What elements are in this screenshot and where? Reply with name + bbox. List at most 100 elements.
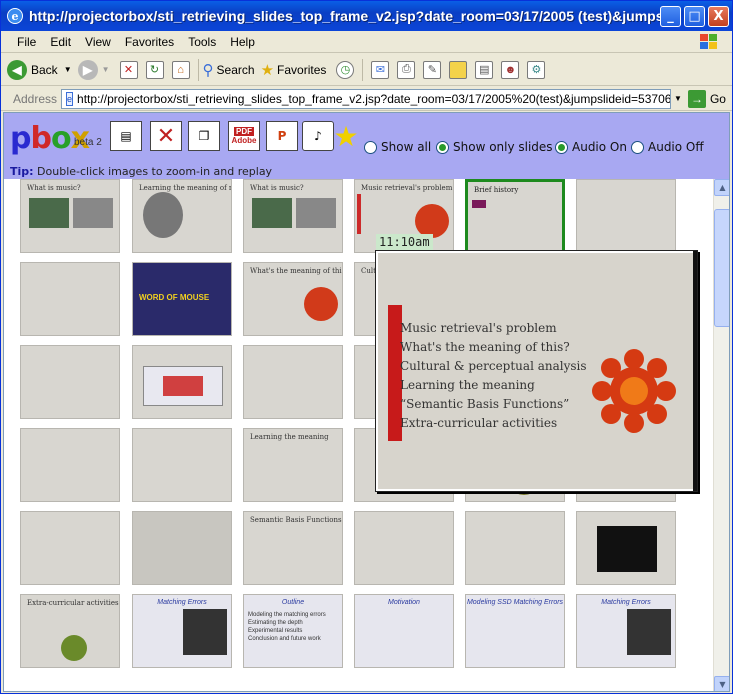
popup-line: Extra-curricular activities bbox=[400, 416, 558, 430]
back-button[interactable]: ◀ Back ▼ bbox=[7, 57, 72, 83]
slide-thumbnail-title: Outline bbox=[281, 599, 305, 606]
slide-zoom-popup[interactable]: Music retrieval's problem What's the mea… bbox=[375, 250, 698, 492]
slide-thumbnail[interactable]: Extra-curricular activities bbox=[20, 594, 120, 668]
history-icon[interactable]: ◷ bbox=[336, 60, 355, 79]
research-icon[interactable]: ▤ bbox=[475, 60, 494, 79]
slide-text-icon[interactable]: ▤ bbox=[110, 121, 142, 151]
slide-thumbnail[interactable] bbox=[576, 511, 676, 585]
menu-help[interactable]: Help bbox=[230, 35, 255, 49]
slide-thumbnail[interactable]: Matching Errors bbox=[132, 594, 232, 668]
back-label: Back bbox=[31, 62, 58, 77]
slide-thumbnail[interactable]: Learning the meaning bbox=[243, 428, 343, 502]
address-url[interactable]: http://projectorbox/sti_retrieving_slide… bbox=[77, 92, 670, 106]
go-arrow-icon: → bbox=[687, 89, 706, 108]
window-title: http://projectorbox/sti_retrieving_slide… bbox=[29, 8, 669, 24]
refresh-icon[interactable]: ↻ bbox=[145, 60, 164, 79]
slide-thumbnail[interactable] bbox=[354, 511, 454, 585]
print-icon[interactable]: ⎙ bbox=[397, 60, 416, 79]
pdf-icon[interactable]: PDF Adobe bbox=[228, 121, 260, 151]
slide-thumbnail[interactable]: What is music? bbox=[20, 179, 120, 253]
slide-thumbnail[interactable] bbox=[20, 511, 120, 585]
toolbar-separator bbox=[362, 58, 364, 81]
forward-button[interactable]: ▶ ▼ bbox=[77, 57, 110, 83]
popup-line: Learning the meaning bbox=[400, 378, 535, 392]
back-dropdown-icon[interactable]: ▼ bbox=[64, 65, 72, 74]
menu-bar: File Edit View Favorites Tools Help bbox=[1, 31, 732, 53]
multi-slides-icon[interactable]: ❐ bbox=[188, 121, 220, 151]
messenger-icon[interactable]: ☻ bbox=[501, 60, 520, 79]
slide-thumbnail[interactable] bbox=[132, 511, 232, 585]
slide-thumbnail[interactable]: Outline Modeling the matching errors Estim… bbox=[243, 594, 343, 668]
flower-image bbox=[592, 349, 676, 433]
slide-thumbnail-title: Matching Errors bbox=[157, 599, 207, 606]
search-button[interactable]: ⚲ Search bbox=[203, 57, 255, 83]
slide-thumbnail-title: WORD OF MOUSE bbox=[139, 293, 210, 302]
slide-thumbnail[interactable]: WORD OF MOUSE bbox=[132, 262, 232, 336]
slide-thumbnail[interactable]: Matching Errors bbox=[576, 594, 676, 668]
home-icon[interactable]: ⌂ bbox=[171, 60, 190, 79]
windows-logo-icon bbox=[700, 34, 717, 49]
go-button[interactable]: → Go bbox=[687, 89, 726, 108]
vertical-scrollbar[interactable]: ▲ ▼ bbox=[713, 179, 729, 691]
slide-thumbnail[interactable] bbox=[20, 428, 120, 502]
radio-show-all-label: Show all bbox=[381, 140, 432, 154]
mail-icon[interactable]: ✉ bbox=[371, 60, 390, 79]
slide-thumbnail[interactable]: Motivation bbox=[354, 594, 454, 668]
radio-show-all[interactable]: Show all bbox=[364, 140, 431, 154]
address-dropdown-icon[interactable]: ▼ bbox=[674, 94, 682, 103]
radio-audio-on-label: Audio On bbox=[572, 140, 627, 154]
hide-slides-icon[interactable]: ✕ bbox=[150, 121, 182, 151]
close-button[interactable]: X bbox=[708, 6, 729, 27]
forward-dropdown-icon[interactable]: ▼ bbox=[102, 65, 110, 74]
maximize-button[interactable]: □ bbox=[684, 6, 705, 27]
scroll-thumb[interactable] bbox=[714, 209, 729, 327]
menu-file[interactable]: File bbox=[17, 35, 36, 49]
scroll-down-icon[interactable]: ▼ bbox=[714, 676, 729, 691]
slide-thumbnail-title: Music retrieval's problem bbox=[361, 184, 453, 192]
slide-thumbnail-title: Extra-curricular activities bbox=[27, 599, 119, 607]
radio-audio-off[interactable]: Audio Off bbox=[631, 140, 704, 154]
slide-thumbnail[interactable] bbox=[243, 345, 343, 419]
slide-thumbnail[interactable] bbox=[20, 345, 120, 419]
menu-tools[interactable]: Tools bbox=[188, 35, 216, 49]
radio-show-only-slides[interactable]: Show only slides bbox=[436, 140, 553, 154]
minimize-button[interactable]: _ bbox=[660, 6, 681, 27]
discuss-icon[interactable] bbox=[449, 60, 468, 79]
favorites-button[interactable]: ★ Favorites bbox=[261, 57, 327, 83]
slide-thumbnail-title: What is music? bbox=[27, 184, 81, 192]
menu-view[interactable]: View bbox=[85, 35, 111, 49]
radio-show-all-circle[interactable] bbox=[364, 140, 377, 154]
slide-thumbnail[interactable] bbox=[132, 345, 232, 419]
beta-label: beta 2 bbox=[74, 137, 102, 148]
slide-thumbnail[interactable] bbox=[576, 179, 676, 253]
slide-thumbnail[interactable]: Learning the meaning of music bbox=[132, 179, 232, 253]
stop-icon[interactable]: ✕ bbox=[119, 60, 138, 79]
powerpoint-icon[interactable]: P bbox=[266, 121, 298, 151]
edit-icon[interactable]: ✎ bbox=[423, 60, 442, 79]
slide-thumbnail-title: Motivation bbox=[388, 599, 420, 606]
slide-thumbnail[interactable]: Modeling SSD Matching Errors bbox=[465, 594, 565, 668]
slide-thumbnail[interactable] bbox=[20, 262, 120, 336]
slide-thumbnail[interactable] bbox=[465, 511, 565, 585]
slide-thumbnail[interactable]: What is music? bbox=[243, 179, 343, 253]
scroll-up-icon[interactable]: ▲ bbox=[714, 179, 729, 196]
zoomed-slide[interactable]: Music retrieval's problem What's the mea… bbox=[378, 253, 693, 489]
radio-audio-off-circle[interactable] bbox=[631, 140, 644, 154]
slide-thumbnail[interactable]: Brief history bbox=[465, 179, 565, 253]
star-icon[interactable]: ★ bbox=[330, 120, 362, 153]
address-label: Address bbox=[13, 91, 58, 106]
tools-icon[interactable]: ⚙ bbox=[527, 60, 546, 79]
address-input[interactable]: e http://projectorbox/sti_retrieving_sli… bbox=[61, 88, 672, 109]
menu-edit[interactable]: Edit bbox=[50, 35, 71, 49]
menu-favorites[interactable]: Favorites bbox=[125, 35, 174, 49]
radio-show-only-slides-circle[interactable] bbox=[436, 140, 449, 154]
slide-thumbnail[interactable]: Semantic Basis Functions bbox=[243, 511, 343, 585]
slide-thumbnail[interactable]: What's the meaning of this? bbox=[243, 262, 343, 336]
popup-line: “Semantic Basis Functions” bbox=[400, 397, 570, 411]
slide-thumbnail-title: Learning the meaning of music bbox=[139, 184, 231, 192]
radio-audio-on-circle[interactable] bbox=[555, 140, 568, 154]
slide-thumbnail[interactable] bbox=[132, 428, 232, 502]
popup-line: What's the meaning of this? bbox=[400, 340, 570, 354]
radio-audio-on[interactable]: Audio On bbox=[555, 140, 627, 154]
slide-thumbnail-title: Semantic Basis Functions bbox=[250, 516, 342, 524]
